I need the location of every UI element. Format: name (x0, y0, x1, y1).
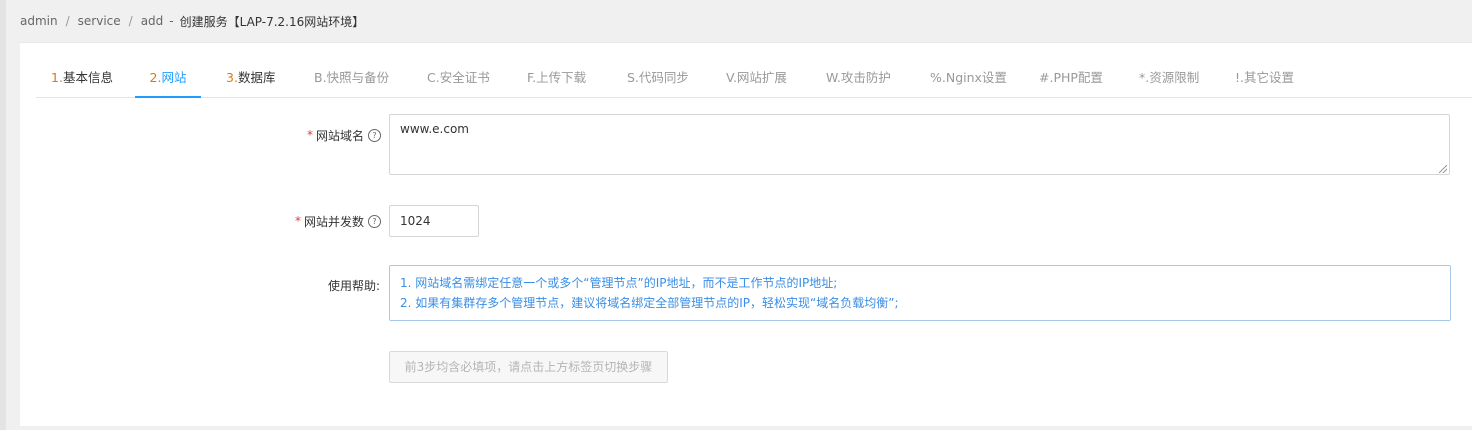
page-title: 创建服务【LAP-7.2.16网站环境】 (179, 14, 365, 29)
concurrency-label-text: 网站并发数 (304, 214, 365, 229)
tab-database[interactable]: 3.数据库 (226, 57, 275, 97)
left-edge-strip (0, 0, 6, 430)
tab-number: *. (1139, 70, 1150, 85)
required-star: * (295, 214, 301, 228)
tab-number: %. (930, 70, 946, 85)
tab-label: 资源限制 (1149, 70, 1200, 85)
question-circle-icon[interactable]: ? (368, 214, 382, 228)
breadcrumb-item-add: add (140, 14, 164, 28)
tab-ssl-certificate[interactable]: C.安全证书 (427, 57, 490, 97)
breadcrumb-separator: / (128, 14, 133, 28)
tab-number: F. (527, 70, 537, 85)
concurrency-label: * 网站并发数 ? (295, 214, 382, 229)
breadcrumb: admin / service / add - 创建服务【LAP-7.2.16网… (20, 13, 364, 29)
help-line: 2. 如果有集群存多个管理节点，建议将域名绑定全部管理节点的IP，轻松实现“域名… (400, 296, 899, 310)
help-label: 使用帮助: (328, 278, 381, 293)
tab-code-sync[interactable]: S.代码同步 (627, 57, 689, 97)
tab-number: 2. (149, 70, 162, 85)
tab-label: 安全证书 (439, 70, 490, 85)
tab-number: C. (427, 70, 440, 85)
tab-website-extensions[interactable]: V.网站扩展 (726, 57, 787, 97)
help-line: 1. 网站域名需绑定任意一个或多个“管理节点”的IP地址，而不是工作节点的IP地… (400, 276, 838, 290)
tab-number: B. (314, 70, 327, 85)
tab-upload-download[interactable]: F.上传下载 (527, 57, 586, 97)
domain-label: * 网站域名 ? (307, 128, 382, 143)
main-panel: 1.基本信息 2.网站 3.数据库 B.快照与备份 C.安全证书 F.上传下载 … (20, 42, 1472, 426)
tab-basic-info[interactable]: 1.基本信息 (51, 57, 113, 97)
tab-number: W. (826, 70, 841, 85)
breadcrumb-separator: / (65, 14, 70, 28)
tab-nginx-settings[interactable]: %.Nginx设置 (930, 57, 1007, 97)
tab-number: 1. (51, 70, 63, 85)
tab-label: 其它设置 (1243, 70, 1294, 85)
tab-number: V. (726, 70, 737, 85)
tab-label: 攻击防护 (840, 70, 891, 85)
help-box: 1. 网站域名需绑定任意一个或多个“管理节点”的IP地址，而不是工作节点的IP地… (389, 265, 1451, 321)
tab-label: 网站 (161, 70, 187, 85)
tab-number: S. (627, 70, 639, 85)
tab-label: PHP配置 (1053, 70, 1103, 85)
tab-number: 3. (226, 70, 238, 85)
required-star: * (307, 128, 313, 142)
tab-number: #. (1039, 70, 1054, 85)
tab-bar: 1.基本信息 2.网站 3.数据库 B.快照与备份 C.安全证书 F.上传下载 … (36, 57, 1472, 98)
submit-button-disabled[interactable]: 前3步均含必填项，请点击上方标签页切换步骤 (389, 351, 668, 383)
resize-handle-icon[interactable] (1439, 165, 1447, 173)
tab-resource-limits[interactable]: *.资源限制 (1139, 57, 1199, 97)
tab-label: 数据库 (237, 70, 276, 85)
tab-label: Nginx设置 (945, 70, 1007, 85)
tab-other-settings[interactable]: !.其它设置 (1235, 57, 1294, 97)
domain-textarea[interactable]: www.e.com (389, 114, 1450, 175)
tab-php-config[interactable]: #.PHP配置 (1039, 57, 1103, 97)
tab-attack-protection[interactable]: W.攻击防护 (826, 57, 891, 97)
tab-website[interactable]: 2.网站 (135, 57, 201, 98)
tab-snapshot-backup[interactable]: B.快照与备份 (314, 57, 389, 97)
breadcrumb-item-service[interactable]: service (78, 14, 121, 28)
tab-label: 网站扩展 (736, 70, 787, 85)
tab-label: 代码同步 (638, 70, 689, 85)
concurrency-input[interactable] (389, 205, 479, 237)
tab-label: 基本信息 (62, 70, 113, 85)
tab-label: 快照与备份 (326, 70, 390, 85)
breadcrumb-dash: - (169, 14, 174, 28)
domain-label-text: 网站域名 (316, 128, 365, 143)
tab-number: !. (1235, 70, 1244, 85)
breadcrumb-item-admin[interactable]: admin (20, 14, 58, 28)
tab-label: 上传下载 (536, 70, 587, 85)
question-circle-icon[interactable]: ? (368, 128, 382, 142)
